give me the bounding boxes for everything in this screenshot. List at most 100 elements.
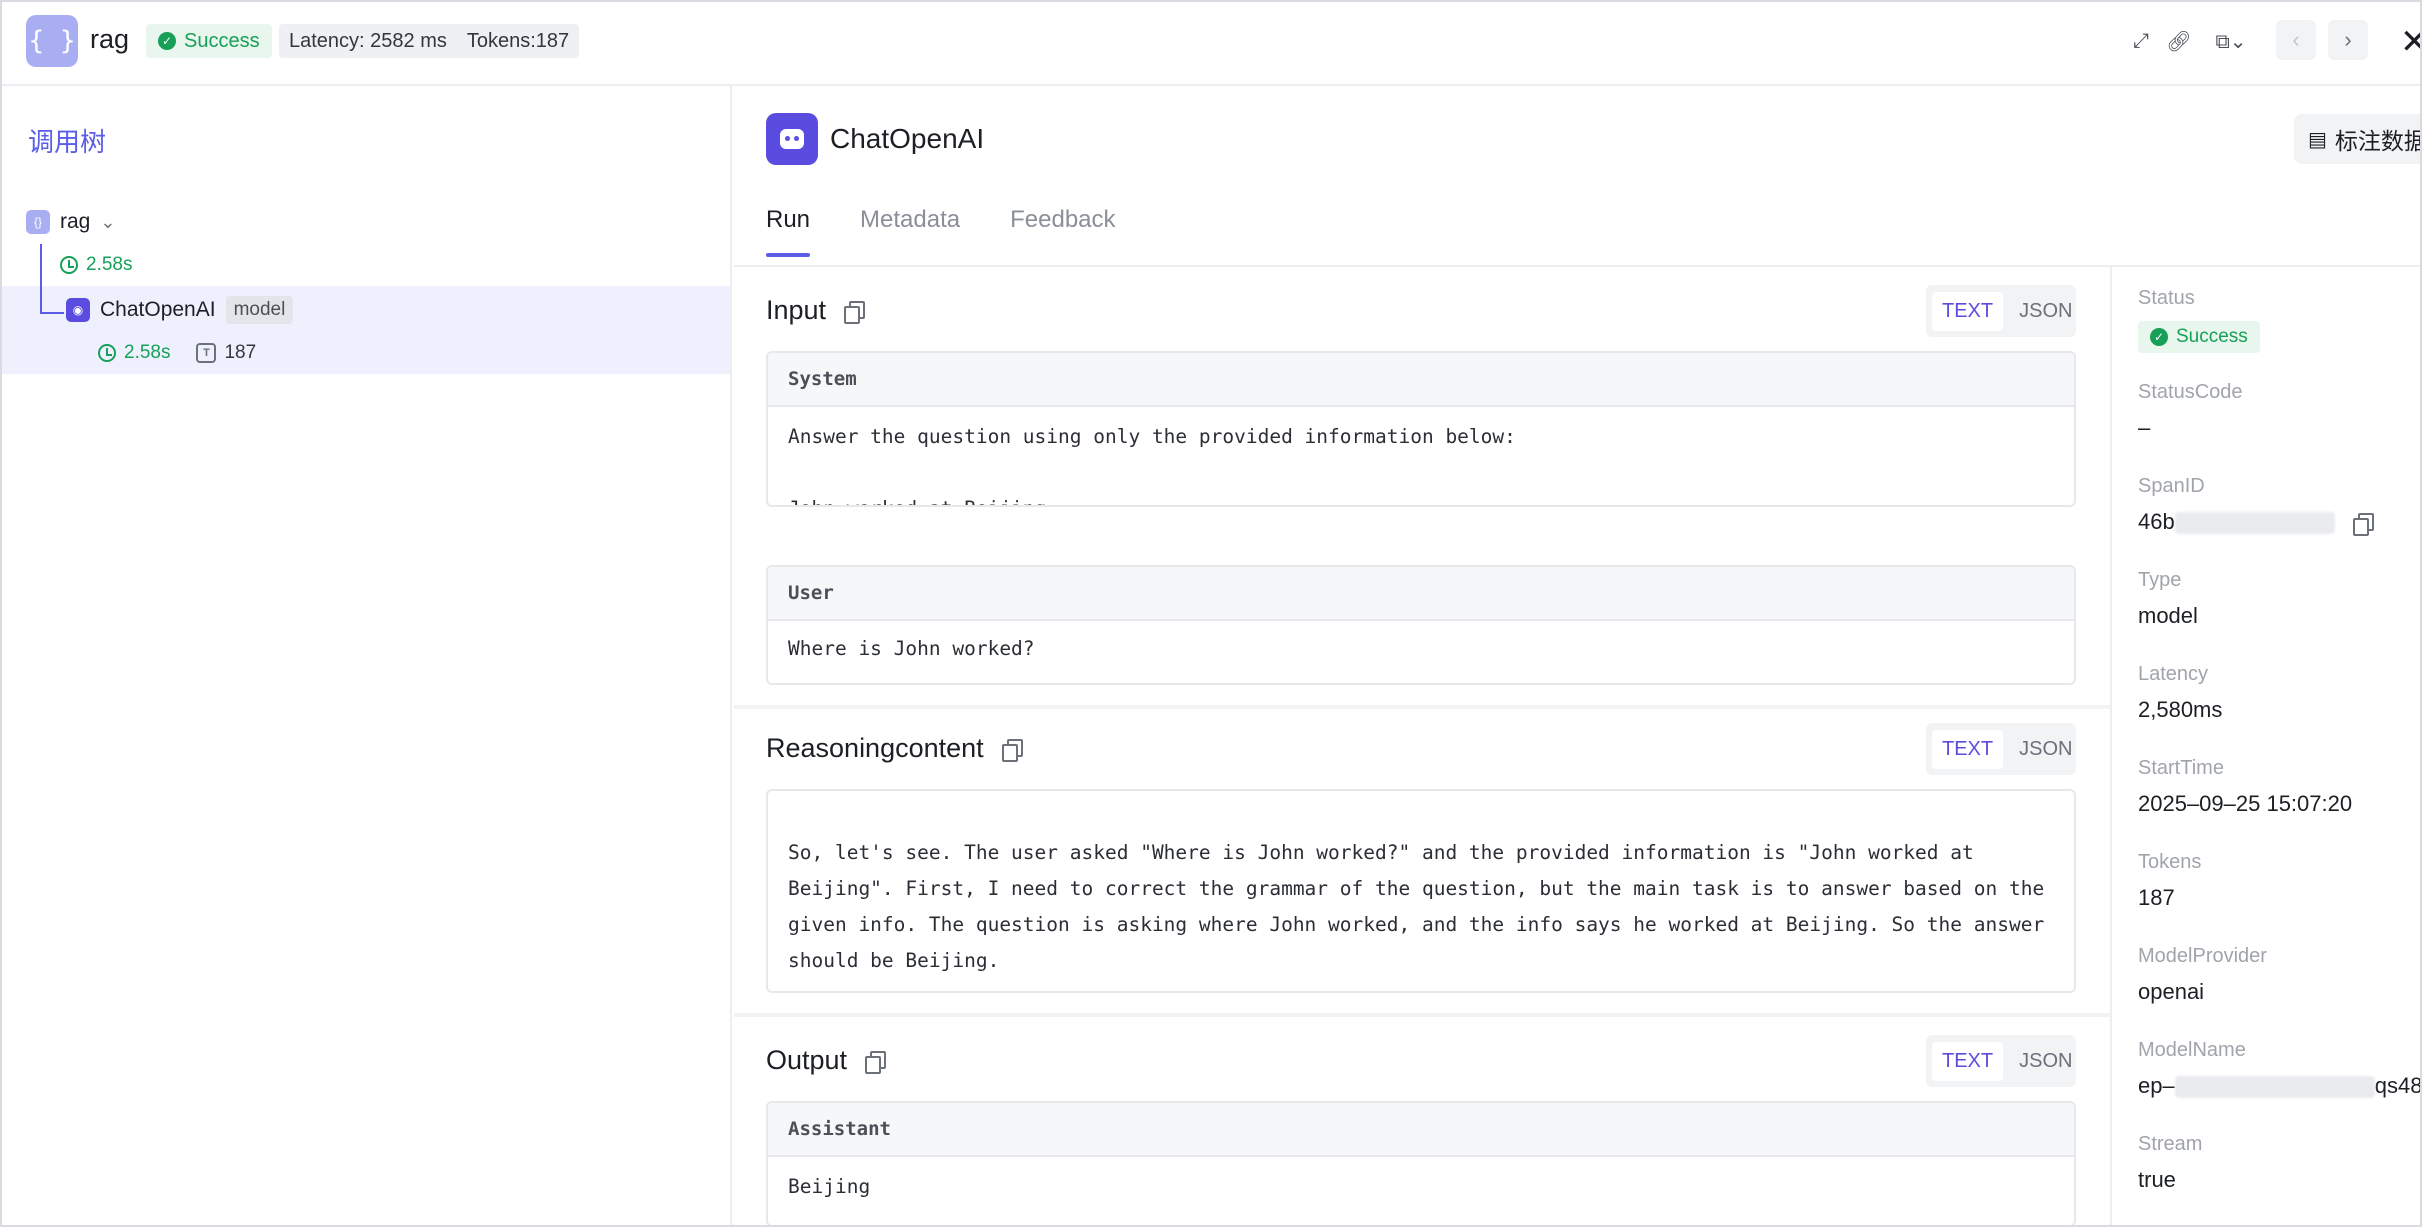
reasoning-section-title: Reasoningcontent (766, 733, 1023, 764)
field-value: true (2138, 1167, 2176, 1192)
copy-dropdown-icon[interactable]: ⧉⌄ (2210, 26, 2252, 56)
tree-node-rag[interactable]: {} rag ⌄ (26, 210, 115, 234)
message-role: User (768, 567, 2074, 621)
child-tokens: 187 (224, 342, 257, 363)
span-detail-panel: ChatOpenAI ▤ 标注数据 Run Metadata Feedback … (734, 86, 2422, 1225)
spanid-value: 46b (2138, 509, 2374, 537)
copy-icon[interactable] (2352, 513, 2374, 537)
field-label: ModelProvider (2138, 945, 2267, 967)
text-toggle[interactable]: TEXT (1932, 729, 2004, 769)
json-toggle[interactable]: JSON (2009, 1042, 2082, 1081)
check-circle-icon: ✓ (158, 32, 176, 50)
input-section-title: Input (766, 295, 866, 326)
copy-icon[interactable] (865, 1050, 887, 1074)
section-title-text: Reasoningcontent (766, 733, 984, 763)
status-text: Success (184, 29, 260, 52)
field-label: Stream (2138, 1133, 2203, 1155)
child-timing: 2.58s T 187 (98, 342, 256, 364)
message-text: Beijing (788, 1175, 871, 1198)
json-toggle[interactable]: JSON (2009, 730, 2082, 769)
reasoning-text: So, let's see. The user asked "Where is … (788, 841, 2045, 972)
redacted-block (2174, 1076, 2375, 1099)
output-section-title: Output (766, 1045, 887, 1076)
detail-tabs: Run Metadata Feedback (766, 206, 1116, 257)
field-value: openai (2138, 979, 2205, 1004)
status-badge: ✓ Success (146, 24, 272, 58)
copy-icon[interactable] (844, 300, 866, 324)
assistant-message: Assistant Beijing (766, 1101, 2076, 1225)
latency-text: Latency: 2582 ms (289, 29, 447, 52)
chevron-down-icon[interactable]: ⌄ (100, 212, 115, 233)
next-button[interactable]: › (2328, 20, 2368, 60)
modelname-value: ep– qs48 (2138, 1073, 2420, 1099)
tree-node-label: rag (60, 210, 91, 233)
field-label: Tokens (2138, 851, 2202, 873)
annotate-label: 标注数据 (2334, 128, 2422, 154)
tab-feedback[interactable]: Feedback (1010, 206, 1115, 254)
span-details-sidebar: Status ✓ Success StatusCode – SpanID 46b… (2110, 267, 2420, 1225)
text-toggle[interactable]: TEXT (1932, 1041, 2004, 1081)
field-label: Type (2138, 569, 2182, 591)
span-title: ChatOpenAI (830, 123, 985, 154)
field-label: StatusCode (2138, 381, 2243, 403)
annotate-icon: ▤ (2308, 128, 2327, 151)
close-icon[interactable]: ✕ (2400, 22, 2420, 62)
tab-run[interactable]: Run (766, 206, 811, 257)
trace-title: rag (90, 24, 130, 54)
token-icon: T (196, 343, 217, 363)
root-time: 2.58s (86, 254, 133, 275)
section-title-text: Output (766, 1045, 848, 1075)
message-role: Assistant (768, 1103, 2074, 1157)
root-timing: 2.58s (60, 254, 132, 276)
tree-node-label: ChatOpenAI (100, 298, 216, 321)
message-text: Where is John worked? (788, 637, 1035, 660)
copy-icon[interactable] (1001, 738, 1023, 762)
tokens-text: Tokens:187 (466, 29, 570, 52)
spanid-text: 46b (2138, 509, 2175, 534)
prev-button[interactable]: ‹ (2276, 20, 2316, 60)
check-circle-icon: ✓ (2150, 328, 2168, 346)
run-content: Input TEXT JSON System Answer the questi… (734, 267, 2110, 1225)
user-message: User Where is John worked? (766, 565, 2076, 685)
field-label: Latency (2138, 663, 2209, 685)
curly-braces-icon: { } (26, 15, 78, 67)
bot-icon (766, 113, 818, 165)
expand-icon[interactable]: ⤢ (2126, 26, 2156, 56)
annotate-button[interactable]: ▤ 标注数据 (2294, 114, 2422, 164)
call-tree-title: 调用树 (28, 127, 107, 157)
link-icon[interactable]: 🔗︎ (2164, 26, 2194, 56)
header-bar: { } rag ✓ Success Latency: 2582 ms Token… (2, 2, 2420, 86)
field-label: StartTime (2138, 757, 2224, 779)
message-text: Answer the question using only the provi… (788, 425, 1516, 505)
modelname-prefix: ep– (2138, 1073, 2175, 1098)
section-divider (734, 1013, 2110, 1017)
tab-metadata[interactable]: Metadata (860, 206, 960, 254)
output-format-toggle: TEXT JSON (1926, 1035, 2076, 1087)
tree-connector (40, 244, 42, 314)
json-toggle[interactable]: JSON (2009, 292, 2082, 331)
trace-detail-window: { } rag ✓ Success Latency: 2582 ms Token… (0, 0, 2422, 1227)
input-format-toggle: TEXT JSON (1926, 285, 2076, 337)
field-value: model (2138, 603, 2198, 628)
section-title-text: Input (766, 295, 827, 325)
status-text: Success (2176, 326, 2248, 347)
child-time: 2.58s (124, 342, 171, 363)
curly-braces-icon: {} (26, 210, 50, 234)
system-message: System Answer the question using only th… (766, 351, 2076, 507)
reasoning-content: So, let's see. The user asked "Where is … (766, 789, 2076, 993)
field-label: ModelName (2138, 1039, 2246, 1061)
section-divider (734, 705, 2110, 709)
clock-icon (98, 344, 116, 362)
tree-node-chatopenai[interactable]: ◉ ChatOpenAI model (66, 296, 294, 324)
bot-icon: ◉ (66, 298, 90, 322)
text-toggle[interactable]: TEXT (1932, 291, 2004, 331)
field-label: SpanID (2138, 475, 2205, 497)
field-label: Status (2138, 287, 2195, 309)
redacted-block (2174, 512, 2335, 535)
field-value: – (2138, 415, 2151, 440)
type-tag: model (225, 296, 294, 324)
field-value: 2025–09–25 15:07:20 (2138, 791, 2353, 816)
message-role: System (768, 353, 2074, 407)
field-value: 2,580ms (2138, 697, 2223, 722)
status-badge: ✓ Success (2138, 321, 2260, 353)
